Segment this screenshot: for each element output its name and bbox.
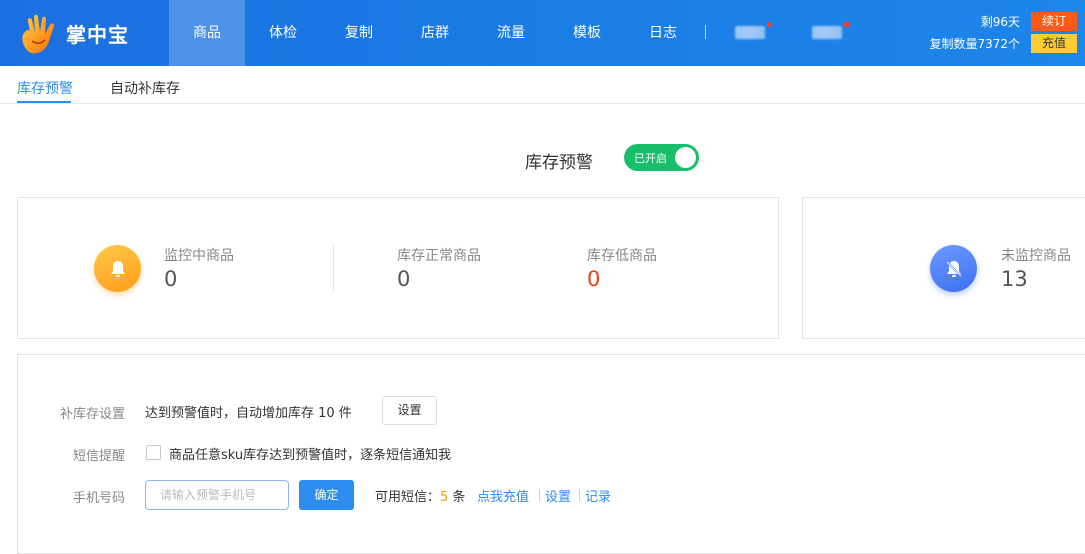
copy-count: 复制数量7372个 — [929, 37, 1020, 51]
phone-label: 手机号码 — [72, 491, 125, 506]
blurred-nav-item[interactable] — [812, 26, 842, 39]
nav-item-goods[interactable]: 商品 — [169, 0, 245, 66]
stats-card: 监控中商品 0 库存正常商品 0 库存低商品 0 — [17, 197, 779, 339]
sms-settings-link[interactable]: 设置 — [545, 486, 571, 505]
restock-setting-label: 补库存设置 — [59, 407, 125, 422]
sms-reminder-label: 短信提醒 — [72, 449, 125, 464]
phone-input[interactable] — [145, 480, 289, 510]
low-stock-value: 0 — [587, 267, 601, 291]
nav-item-traffic[interactable]: 流量 — [473, 0, 549, 66]
available-sms-prefix: 可用短信： — [375, 490, 441, 505]
hand-logo-icon — [22, 14, 55, 54]
unmonitored-label: 未监控商品 — [1001, 248, 1071, 264]
stats-divider — [333, 244, 334, 292]
monitoring-label: 监控中商品 — [164, 248, 234, 264]
blurred-nav-item[interactable] — [735, 26, 765, 39]
restock-setting-button[interactable]: 设置 — [382, 396, 437, 425]
nav-item-template[interactable]: 模板 — [549, 0, 625, 66]
nav-item-log[interactable]: 日志 — [625, 0, 701, 66]
unmonitored-value: 13 — [1001, 267, 1028, 291]
settings-panel: 补库存设置 达到预警值时，自动增加库存 10 件 设置 短信提醒 商品任意sku… — [17, 354, 1085, 554]
sms-record-link[interactable]: 记录 — [585, 486, 611, 505]
normal-stock-value: 0 — [397, 267, 411, 291]
nav-item-copy[interactable]: 复制 — [321, 0, 397, 66]
main-nav: 商品 体检 复制 店群 流量 模板 日志 — [169, 0, 701, 66]
tab-auto-restock[interactable]: 自动补库存 — [110, 78, 180, 98]
renew-button[interactable]: 续订 — [1031, 12, 1077, 31]
app-name: 掌中宝 — [66, 22, 129, 47]
tab-stock-warning[interactable]: 库存预警 — [17, 78, 73, 98]
low-stock-label: 库存低商品 — [587, 248, 657, 264]
toggle-knob — [675, 147, 696, 168]
restock-setting-text: 达到预警值时，自动增加库存 10 件 — [145, 406, 352, 421]
confirm-button[interactable]: 确定 — [299, 480, 354, 510]
sms-reminder-checkbox[interactable] — [146, 445, 161, 460]
normal-stock-label: 库存正常商品 — [397, 248, 481, 264]
notification-dot — [844, 22, 849, 27]
nav-item-store-group[interactable]: 店群 — [397, 0, 473, 66]
warning-toggle[interactable]: 已开启 — [624, 144, 699, 171]
notification-dot — [767, 22, 772, 27]
sms-reminder-text: 商品任意sku库存达到预警值时，逐条短信通知我 — [169, 448, 452, 463]
monitoring-value: 0 — [164, 267, 178, 291]
remaining-days: 剩96天 — [980, 15, 1020, 29]
unmonitored-card: 未监控商品 13 — [802, 197, 1085, 339]
nav-item-checkup[interactable]: 体检 — [245, 0, 321, 66]
available-sms: 可用短信：5 条 — [375, 486, 465, 505]
sub-tabs: 库存预警 自动补库存 — [0, 66, 1085, 104]
top-navigation-bar: 掌中宝 商品 体检 复制 店群 流量 模板 日志 剩96天 复制数量7372个 … — [0, 0, 1085, 66]
active-tab-indicator — [17, 101, 71, 103]
bell-icon — [94, 245, 141, 292]
warning-title: 库存预警 — [525, 153, 593, 173]
bell-off-icon — [930, 245, 977, 292]
link-divider — [579, 489, 580, 501]
recharge-sms-link[interactable]: 点我充值 — [477, 486, 529, 505]
available-sms-suffix: 条 — [448, 490, 466, 505]
app-logo[interactable]: 掌中宝 — [18, 9, 129, 57]
nav-divider — [705, 25, 706, 39]
link-divider — [539, 489, 540, 501]
toggle-state-label: 已开启 — [634, 152, 667, 165]
recharge-button[interactable]: 充值 — [1031, 34, 1077, 53]
